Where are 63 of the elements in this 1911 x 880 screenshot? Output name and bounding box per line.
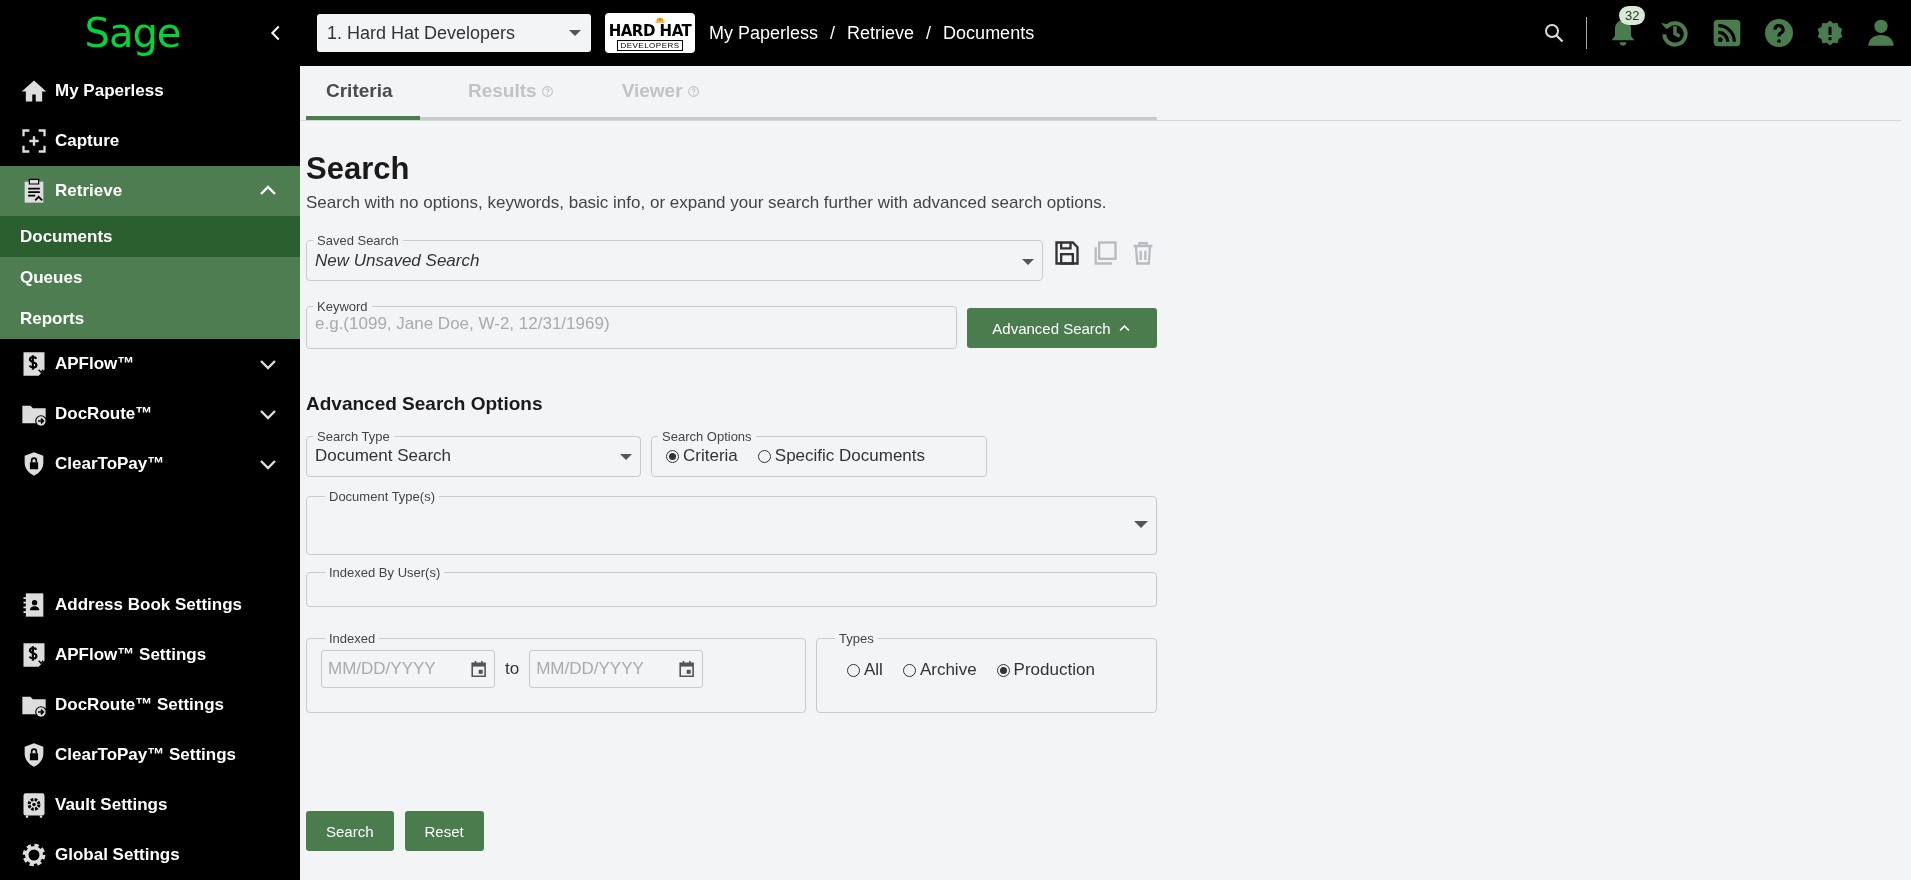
search-type-dropdown[interactable]: Search Type Document Search	[306, 429, 641, 477]
keyword-input[interactable]: e.g.(1099, Jane Doe, W-2, 12/31/1969)	[315, 314, 948, 334]
date-input[interactable]: MM/DD/YYYY	[536, 659, 677, 679]
nav-item[interactable]: APFlow™	[0, 339, 300, 389]
breadcrumb-link[interactable]: Documents	[943, 22, 1035, 44]
saved-search-dropdown[interactable]: Saved Search New Unsaved Search	[306, 233, 1043, 281]
search-button[interactable]: Search	[306, 811, 394, 851]
breadcrumb-link[interactable]: My Paperless	[709, 22, 819, 44]
nav-item[interactable]: ClearToPay™ Settings	[0, 730, 300, 780]
search-icon[interactable]	[1542, 21, 1566, 45]
caret-icon	[1022, 259, 1034, 265]
notification-badge: 32	[1619, 6, 1646, 25]
breadcrumb-link[interactable]: Retrieve	[847, 22, 915, 44]
nav-item[interactable]: DocRoute™	[0, 389, 300, 439]
user-icon[interactable]	[1865, 17, 1897, 49]
tab[interactable]: Criteria	[306, 66, 420, 120]
logo-subtitle: DEVELOPERS	[617, 40, 683, 51]
nav-item[interactable]: Capture	[0, 116, 300, 166]
range-separator: to	[505, 659, 520, 679]
breadcrumb-separator: /	[830, 22, 836, 44]
radio-label[interactable]: Specific Documents	[774, 446, 926, 466]
nav-item[interactable]: Global Settings	[0, 830, 300, 880]
advanced-search-button[interactable]: Advanced Search	[967, 308, 1157, 348]
indexed-by-users-field[interactable]: Indexed By User(s)	[306, 565, 1157, 607]
nav-item[interactable]: ClearToPay™	[0, 439, 300, 489]
document-types-dropdown[interactable]: Document Type(s)	[306, 489, 1157, 555]
calendar-icon[interactable]	[676, 658, 697, 680]
nav-item[interactable]: DocRoute™ Settings	[0, 680, 300, 730]
caret-icon	[569, 30, 581, 36]
group-label: Indexed	[328, 631, 377, 646]
page-title: Search	[306, 151, 411, 187]
logo-title: HARD HAT	[608, 24, 692, 39]
reset-button[interactable]: Reset	[404, 811, 484, 851]
radio-label[interactable]: Archive	[919, 660, 977, 680]
date-field[interactable]: MM/DD/YYYY	[529, 650, 704, 688]
help-icon[interactable]	[1763, 17, 1795, 49]
nav-subitem[interactable]: Reports	[0, 298, 300, 339]
caret-icon	[1134, 520, 1148, 528]
capture-icon	[20, 127, 48, 155]
radio-label[interactable]: Criteria	[683, 446, 738, 466]
radio-label[interactable]: All	[864, 660, 883, 680]
radio-label[interactable]: Production	[1013, 660, 1095, 680]
keyword-field[interactable]: Keyword e.g.(1099, Jane Doe, W-2, 12/31/1969)	[306, 299, 957, 349]
breadcrumb-separator: /	[926, 22, 932, 44]
date-field[interactable]: MM/DD/YYYY	[321, 650, 495, 688]
group-label: Types	[838, 631, 875, 646]
calendar-icon[interactable]	[468, 658, 488, 680]
page-description: Search with no options, keywords, basic info, or expand your search further with advanced search options.	[306, 193, 1108, 213]
group-label: Search Options	[661, 429, 753, 444]
caret-icon	[620, 454, 632, 460]
date-input[interactable]: MM/DD/YYYY	[328, 659, 469, 679]
nav-subitem[interactable]: Queues	[0, 257, 300, 298]
company-dropdown[interactable]: 1. Hard Hat Developers	[317, 14, 591, 52]
nav-item[interactable]: My Paperless	[0, 66, 300, 116]
nav-item[interactable]: APFlow™ Settings	[0, 630, 300, 680]
nav-subitem[interactable]: Documents	[0, 216, 300, 257]
save-icon[interactable]	[1053, 239, 1081, 267]
alert-badge-icon[interactable]	[1815, 18, 1845, 48]
rss-icon[interactable]	[1711, 17, 1743, 49]
nav-item[interactable]: Address Book Settings	[0, 580, 300, 630]
nav-item[interactable]: Vault Settings	[0, 780, 300, 830]
section-title: Advanced Search Options	[306, 393, 544, 415]
gear-icon	[20, 841, 48, 869]
